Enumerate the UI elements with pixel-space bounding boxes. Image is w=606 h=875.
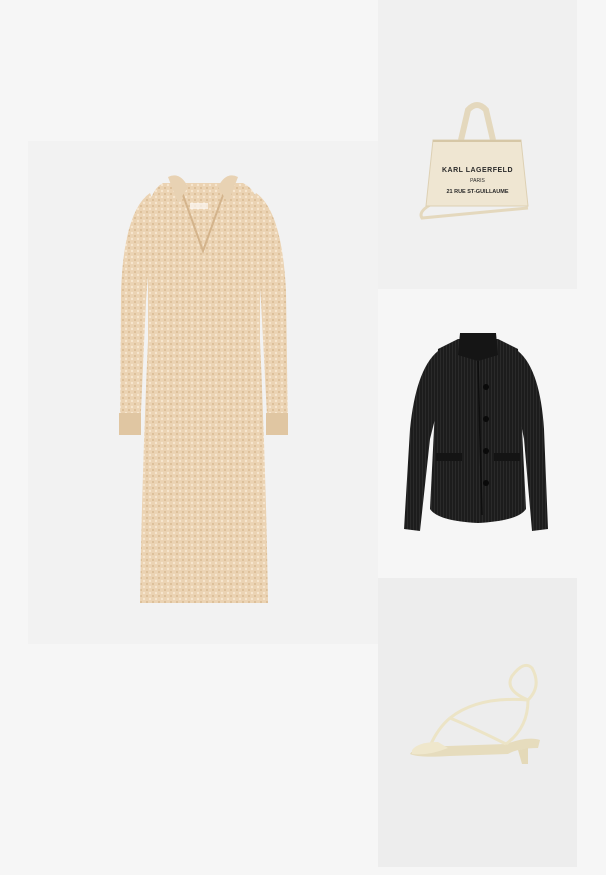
- bag-print-address: 21 RUE ST-GUILLAUME: [446, 189, 509, 195]
- product-tile-sandal[interactable]: [378, 578, 577, 867]
- knit-dress-icon: [119, 175, 288, 603]
- tote-bag-icon: [419, 102, 529, 220]
- product-tile-dress[interactable]: [28, 141, 378, 644]
- bag-print-brand: KARL LAGERFELD: [441, 167, 514, 174]
- strappy-sandal-icon: [410, 663, 540, 764]
- corduroy-jacket-icon: [404, 333, 548, 531]
- bag-print-city: PARIS: [470, 178, 485, 184]
- product-tile-jacket[interactable]: [378, 289, 577, 578]
- product-tile-bag[interactable]: KARL LAGERFELD PARIS 21 RUE ST-GUILLAUME: [378, 0, 577, 289]
